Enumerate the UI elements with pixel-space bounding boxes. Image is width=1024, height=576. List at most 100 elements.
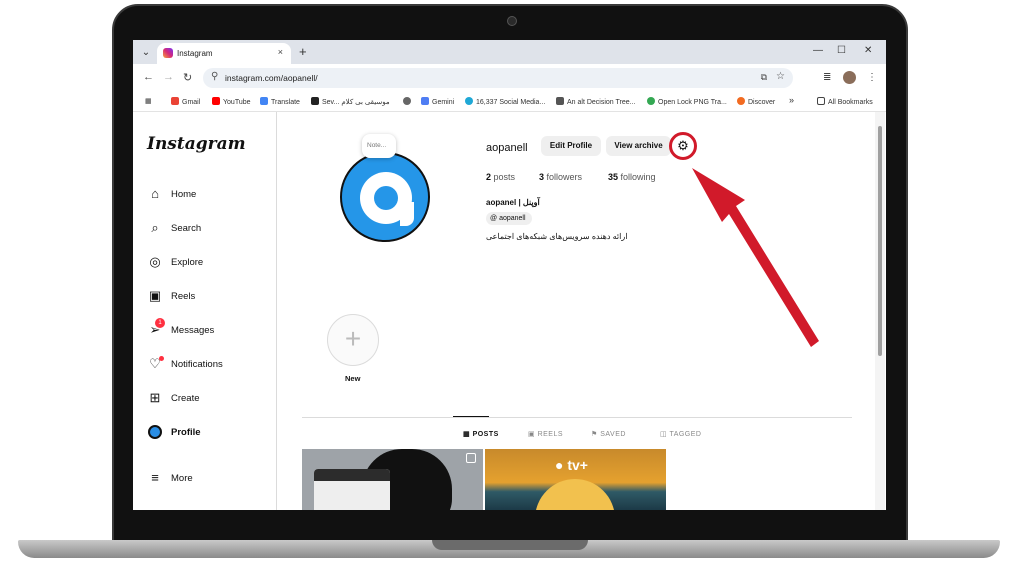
followers-count[interactable]: 3 followers bbox=[539, 172, 582, 182]
nav-label: Messages bbox=[171, 325, 215, 336]
instagram-favicon-icon bbox=[163, 48, 173, 58]
nav-label: Search bbox=[171, 223, 202, 234]
new-highlight-button[interactable]: + bbox=[327, 314, 379, 366]
browser-menu-icon[interactable]: ⋮ bbox=[867, 72, 877, 83]
forward-arrow-icon[interactable]: → bbox=[163, 71, 174, 83]
profile-username: aopanell bbox=[486, 142, 528, 154]
apple-tv-logo: ● tv+ bbox=[555, 457, 588, 473]
tab-saved[interactable]: ⚑ SAVED bbox=[591, 430, 626, 438]
compass-icon: ◎ bbox=[149, 254, 161, 269]
tab-posts[interactable]: ▦ POSTS bbox=[453, 416, 499, 438]
tab-title: Instagram bbox=[177, 49, 213, 58]
nav-label: Reels bbox=[171, 291, 196, 302]
gemini-icon bbox=[421, 97, 429, 105]
profile-avatar[interactable] bbox=[340, 152, 430, 242]
nav-label: Notifications bbox=[171, 359, 223, 370]
note-bubble[interactable]: Note... bbox=[362, 134, 396, 158]
scrollbar-thumb[interactable] bbox=[878, 126, 882, 356]
music-icon bbox=[311, 97, 319, 105]
nav-label: Explore bbox=[171, 257, 204, 268]
maximize-button[interactable]: ☐ bbox=[837, 45, 846, 56]
site-info-icon[interactable]: ⚲ bbox=[211, 71, 218, 82]
gmail-icon bbox=[171, 97, 179, 105]
search-icon: ⌕ bbox=[151, 220, 159, 235]
tabs-divider bbox=[302, 417, 852, 418]
browser-profile-avatar[interactable] bbox=[843, 71, 856, 84]
reload-icon[interactable]: ↻ bbox=[183, 71, 192, 84]
post-thumbnail[interactable] bbox=[302, 449, 483, 510]
back-arrow-icon[interactable]: ← bbox=[143, 71, 154, 83]
nav-label: Profile bbox=[171, 427, 201, 438]
globe-icon bbox=[403, 97, 411, 105]
bookmark-gemini[interactable]: Gemini bbox=[421, 97, 454, 106]
reel-icon bbox=[466, 453, 476, 463]
threads-icon: @ bbox=[490, 215, 500, 222]
tab-search-icon[interactable]: ⌄ bbox=[139, 46, 153, 60]
tab-reels[interactable]: ▣ REELS bbox=[528, 430, 563, 438]
following-count[interactable]: 35 following bbox=[608, 172, 656, 182]
apple-icon: ● bbox=[555, 457, 568, 473]
bookmark-globe[interactable] bbox=[403, 97, 414, 106]
nav-label: Create bbox=[171, 393, 200, 404]
post-thumbnail[interactable]: ● tv+ bbox=[485, 449, 666, 510]
instagram-sidebar: Instagram ⌂ Home ⌕ Search ◎ Explore ▣ Reels … bbox=[133, 112, 277, 510]
new-tab-button[interactable]: + bbox=[299, 44, 307, 59]
decision-tree-icon bbox=[556, 97, 564, 105]
folder-icon bbox=[817, 97, 825, 105]
posts-count[interactable]: 2 posts bbox=[486, 172, 515, 182]
nav-label: More bbox=[171, 473, 193, 484]
address-bar-row: ← → ↻ ⚲ instagram.com/aopanell/ ⧉ ☆ ≣ ⋮ bbox=[133, 64, 886, 92]
bookmarks-bar: ▦ Gmail YouTube Translate Sev... موسیقی … bbox=[133, 92, 886, 112]
tab-instagram[interactable]: Instagram × bbox=[157, 43, 291, 64]
install-app-icon[interactable]: ⧉ bbox=[761, 72, 767, 83]
edit-profile-button[interactable]: Edit Profile bbox=[541, 136, 601, 156]
bookmark-decision-tree[interactable]: An alt Decision Tree... bbox=[556, 97, 635, 106]
highlight-circle bbox=[669, 132, 697, 160]
page-scrollbar[interactable] bbox=[875, 112, 885, 510]
url-text[interactable]: instagram.com/aopanell/ bbox=[225, 73, 318, 83]
home-icon: ⌂ bbox=[151, 186, 159, 201]
bookmark-gmail[interactable]: Gmail bbox=[171, 97, 200, 106]
tab-close-icon[interactable]: × bbox=[278, 47, 283, 57]
new-highlight-label: New bbox=[345, 374, 361, 383]
discover-icon bbox=[737, 97, 745, 105]
plus-square-icon: ⊞ bbox=[149, 390, 161, 405]
bookmark-discover[interactable]: Discover bbox=[737, 97, 775, 106]
laptop-notch bbox=[432, 540, 588, 550]
minimize-button[interactable]: — bbox=[813, 45, 823, 56]
profile-avatar-icon bbox=[148, 425, 162, 439]
webcam bbox=[507, 16, 517, 26]
profile-bio: ارائه دهنده سرویس‌های شبکه‌های اجتماعی bbox=[486, 232, 628, 241]
nav-label: Home bbox=[171, 189, 197, 200]
omnibox[interactable]: ⚲ instagram.com/aopanell/ ⧉ ☆ bbox=[203, 68, 793, 88]
apps-grid-icon[interactable]: ▦ bbox=[145, 97, 152, 105]
messages-badge: 1 bbox=[155, 318, 165, 328]
bookmark-star-icon[interactable]: ☆ bbox=[776, 71, 785, 82]
close-window-button[interactable]: ✕ bbox=[864, 45, 872, 56]
more-bookmarks-icon[interactable]: » bbox=[789, 95, 794, 105]
plus-icon: + bbox=[344, 323, 362, 354]
all-bookmarks[interactable]: All Bookmarks bbox=[817, 97, 873, 106]
view-archive-button[interactable]: View archive bbox=[606, 136, 671, 156]
threads-badge[interactable]: @ aopanell bbox=[486, 212, 532, 225]
hamburger-icon: ≡ bbox=[151, 470, 159, 485]
tab-tagged[interactable]: ◫ TAGGED bbox=[660, 430, 701, 438]
bookmark-youtube[interactable]: YouTube bbox=[212, 97, 251, 106]
bookmark-music[interactable]: Sev... موسیقی بی کلام bbox=[311, 97, 390, 106]
grid-icon: ▦ bbox=[463, 431, 473, 438]
tab-bar: ⌄ Instagram × + — ☐ ✕ bbox=[133, 40, 886, 64]
instagram-logo[interactable]: Instagram bbox=[147, 134, 246, 154]
youtube-icon bbox=[212, 97, 220, 105]
profile-main: Note... aopanell Edit Profile View archi… bbox=[278, 112, 874, 510]
bookmark-icon: ⚑ bbox=[591, 431, 601, 438]
reels-icon: ▣ bbox=[148, 288, 162, 303]
open-lock-icon bbox=[647, 97, 655, 105]
reels-tab-icon: ▣ bbox=[528, 431, 538, 438]
bookmark-social-media[interactable]: 16,337 Social Media... bbox=[465, 97, 545, 106]
media-controls-icon[interactable]: ≣ bbox=[823, 72, 831, 83]
bookmark-translate[interactable]: Translate bbox=[260, 97, 300, 106]
bookmark-open-lock[interactable]: Open Lock PNG Tra... bbox=[647, 97, 727, 106]
screen: ⌄ Instagram × + — ☐ ✕ ← → ↻ ⚲ instagram.… bbox=[133, 40, 886, 510]
social-media-icon bbox=[465, 97, 473, 105]
notification-dot bbox=[159, 356, 164, 361]
